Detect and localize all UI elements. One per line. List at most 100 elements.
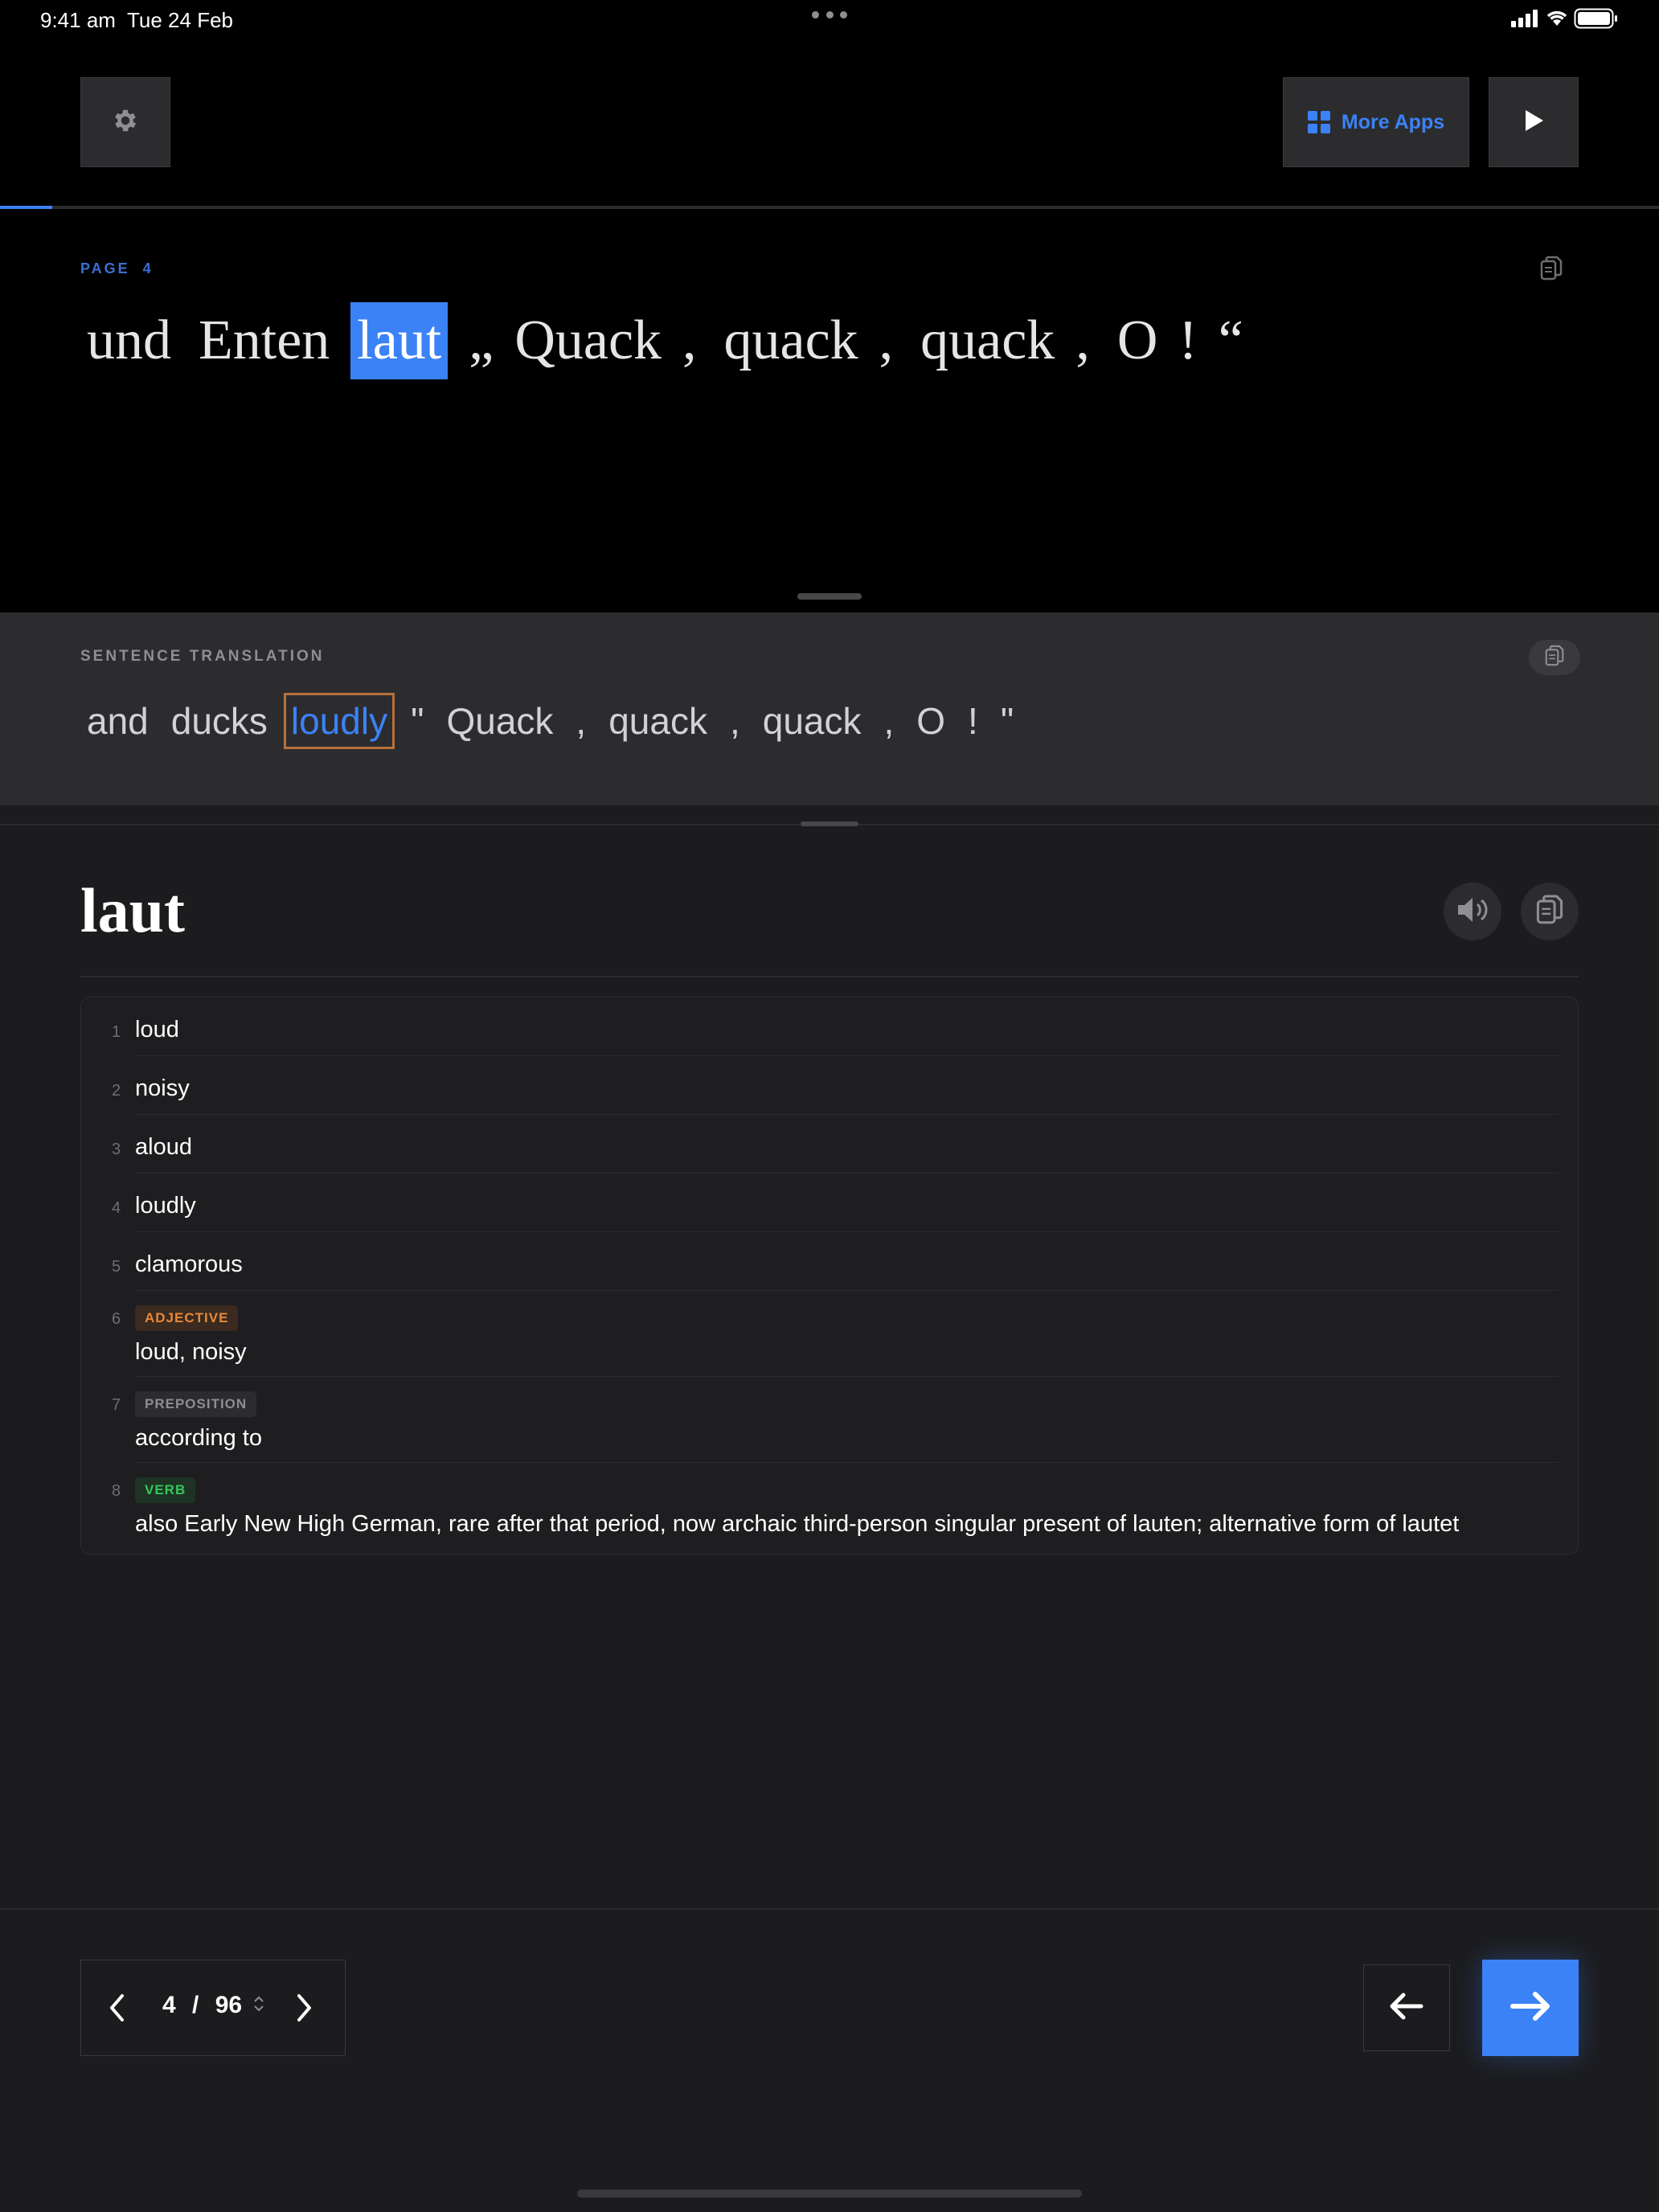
definition-number: 7 [112, 1396, 121, 1414]
definition-text: loudly [135, 1193, 196, 1219]
german-word[interactable]: , [676, 302, 703, 379]
chevron-left-icon [108, 1994, 127, 2026]
german-word[interactable]: Enten [192, 302, 336, 379]
definition-item[interactable]: 8 VERB also Early New High German, rare … [81, 1463, 1579, 1549]
definition-text: loud, noisy [135, 1339, 247, 1365]
definition-text: clamorous [135, 1251, 243, 1277]
copy-icon [1540, 256, 1563, 285]
copy-word-button[interactable] [1521, 883, 1579, 940]
english-sentence: and ducks loudly " Quack , quack , quack… [80, 693, 1030, 749]
multitasking-dots-icon[interactable] [812, 11, 847, 19]
reading-progress-fill [0, 206, 52, 209]
english-word[interactable]: , [877, 693, 900, 749]
page-separator: / [192, 1992, 199, 2018]
settings-button[interactable] [80, 77, 170, 167]
definition-item[interactable]: 3 aloud [81, 1115, 1579, 1174]
page-label: PAGE 4 [80, 260, 154, 276]
footer-divider [0, 1908, 1659, 1910]
definition-number: 8 [112, 1482, 121, 1500]
german-word[interactable]: , [1069, 302, 1096, 379]
copy-icon [1536, 894, 1563, 930]
english-word[interactable]: ducks [165, 693, 274, 749]
pos-badge-preposition: PREPOSITION [135, 1391, 257, 1417]
arrow-right-icon [1509, 1990, 1551, 2026]
definition-item[interactable]: 6 ADJECTIVE loud, noisy [81, 1291, 1579, 1377]
more-apps-label: More Apps [1341, 110, 1445, 133]
headword: laut [80, 875, 186, 945]
panel-resize-handle[interactable] [801, 821, 858, 826]
status-time: 9:41 am [40, 8, 116, 32]
headword-divider [80, 976, 1579, 977]
english-word[interactable]: and [80, 693, 155, 749]
total-pages: 96 [215, 1992, 243, 2018]
german-word[interactable]: , [873, 302, 900, 379]
arrow-left-icon [1389, 1992, 1424, 2025]
reading-progress-track [0, 206, 1659, 209]
translation-label: SENTENCE TRANSLATION [80, 648, 325, 665]
german-word-selected[interactable]: laut [350, 302, 449, 379]
speaker-icon [1455, 895, 1490, 928]
status-date: Tue 24 Feb [127, 8, 234, 32]
pronounce-button[interactable] [1444, 883, 1501, 940]
english-word[interactable]: " [994, 693, 1020, 749]
pos-badge-verb: VERB [135, 1477, 196, 1503]
english-word-selected[interactable]: loudly [283, 693, 395, 749]
english-word[interactable]: " [404, 693, 430, 749]
german-word[interactable]: und [80, 302, 178, 379]
pos-badge-adjective: ADJECTIVE [135, 1305, 239, 1331]
definition-text: noisy [135, 1075, 190, 1101]
german-word[interactable]: ! [1172, 302, 1203, 379]
definition-item[interactable]: 4 loudly [81, 1174, 1579, 1232]
wifi-icon [1545, 8, 1569, 31]
more-apps-button[interactable]: More Apps [1283, 77, 1469, 167]
english-word[interactable]: quack [602, 693, 714, 749]
german-word[interactable]: „ [462, 302, 500, 379]
page-selector[interactable]: 4 / 96 [162, 1992, 264, 2019]
copy-sentence-button[interactable] [1540, 256, 1563, 285]
english-word[interactable]: quack [756, 693, 868, 749]
definitions-list: 1 loud 2 noisy 3 aloud 4 loudly 5 clamor… [80, 997, 1579, 1555]
definition-text: loud [135, 1017, 179, 1043]
german-sentence: und Enten laut „ Quack , quack , quack ,… [80, 302, 1258, 379]
english-word[interactable]: Quack [440, 693, 559, 749]
battery-icon [1574, 8, 1619, 33]
previous-page-button[interactable] [108, 1993, 127, 2026]
definition-number: 4 [112, 1199, 121, 1217]
definition-item[interactable]: 1 loud [81, 997, 1579, 1056]
play-icon [1522, 109, 1545, 137]
german-word[interactable]: Quack [508, 302, 668, 379]
pane-resize-handle[interactable] [797, 593, 862, 600]
gear-icon [111, 106, 140, 139]
definition-number: 5 [112, 1258, 121, 1276]
definition-item[interactable]: 5 clamorous [81, 1232, 1579, 1291]
german-word[interactable]: “ [1212, 302, 1250, 379]
german-word[interactable]: quack [914, 302, 1061, 379]
definition-number: 1 [112, 1023, 121, 1041]
definition-item[interactable]: 2 noisy [81, 1056, 1579, 1115]
english-word[interactable]: , [723, 693, 747, 749]
german-word[interactable]: quack [718, 302, 865, 379]
current-page: 4 [162, 1992, 176, 2018]
german-word[interactable]: O [1111, 302, 1165, 379]
copy-icon [1545, 645, 1564, 671]
next-page-button[interactable] [294, 1993, 313, 2026]
definition-number: 6 [112, 1310, 121, 1328]
definition-number: 2 [112, 1082, 121, 1100]
home-indicator[interactable] [577, 2189, 1082, 2198]
previous-sentence-button[interactable] [1363, 1964, 1450, 2051]
apps-grid-icon [1307, 111, 1330, 133]
next-sentence-button[interactable] [1482, 1960, 1579, 2056]
chevron-right-icon [294, 1994, 313, 2026]
definition-text: aloud [135, 1134, 192, 1160]
definition-text: also Early New High German, rare after t… [135, 1511, 1460, 1537]
definition-item[interactable]: 7 PREPOSITION according to [81, 1377, 1579, 1463]
definition-text: according to [135, 1425, 262, 1451]
up-down-chevron-icon [253, 1992, 264, 2018]
definition-number: 3 [112, 1141, 121, 1158]
english-word[interactable]: ! [961, 693, 985, 749]
cellular-signal-icon [1511, 10, 1538, 31]
play-button[interactable] [1489, 77, 1579, 167]
english-word[interactable]: , [569, 693, 592, 749]
copy-translation-button[interactable] [1529, 640, 1580, 675]
english-word[interactable]: O [910, 693, 952, 749]
